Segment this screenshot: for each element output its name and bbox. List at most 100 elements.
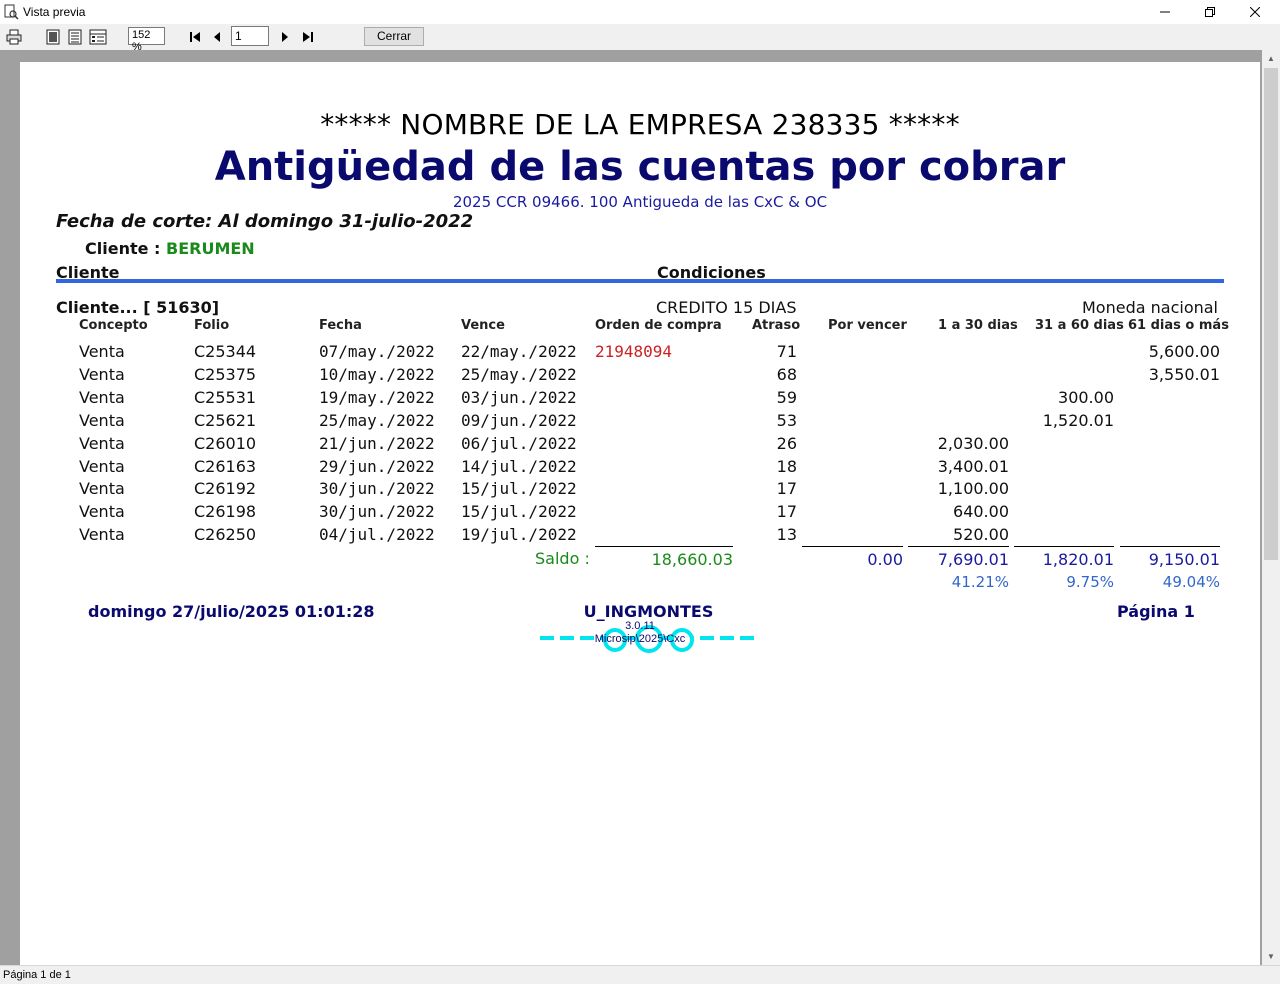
- next-page-button[interactable]: [276, 28, 294, 46]
- multi-page-icon: [89, 29, 107, 45]
- page-number-input[interactable]: [231, 26, 269, 46]
- cell-atraso: 13: [776, 525, 797, 544]
- cell-fecha: 30/jun./2022: [319, 479, 435, 498]
- report-title: Antigüedad de las cuentas por cobrar: [214, 144, 1066, 190]
- total-por-vencer: 0.00: [867, 550, 903, 569]
- total-underline: [595, 546, 733, 547]
- cell-folio: C26198: [194, 502, 257, 521]
- cell-atraso: 26: [776, 434, 797, 453]
- credit-terms: CREDITO 15 DIAS: [656, 298, 797, 317]
- print-preview-icon: [4, 4, 19, 20]
- cell-folio: C26250: [194, 525, 257, 544]
- printer-icon: [6, 29, 22, 45]
- cell-concepto: Venta: [79, 502, 125, 521]
- percent-61: 49.04%: [1162, 573, 1220, 591]
- cell-vence: 19/jul./2022: [461, 525, 577, 544]
- total-underline: [1014, 546, 1114, 547]
- first-page-icon: [190, 32, 200, 42]
- cell-concepto: Venta: [79, 411, 125, 430]
- cell-vence: 09/jun./2022: [461, 411, 577, 430]
- cell-d1-30: 640.00: [953, 502, 1009, 521]
- cell-atraso: 17: [776, 479, 797, 498]
- cell-fecha: 04/jul./2022: [319, 525, 435, 544]
- page-width-icon: [68, 29, 82, 45]
- last-page-button[interactable]: [299, 28, 317, 46]
- minimize-button[interactable]: [1142, 0, 1188, 24]
- footer-user: U_INGMONTES: [583, 602, 714, 621]
- scroll-down-arrow-icon[interactable]: ▼: [1262, 948, 1280, 965]
- company-name: ***** NOMBRE DE LA EMPRESA 238335 *****: [320, 108, 960, 141]
- cell-folio: C26192: [194, 479, 257, 498]
- cell-fecha: 29/jun./2022: [319, 457, 435, 476]
- currency: Moneda nacional: [1082, 298, 1218, 317]
- cell-fecha: 25/may./2022: [319, 411, 435, 430]
- saldo-label: Saldo :: [535, 549, 590, 568]
- close-window-button[interactable]: [1232, 0, 1278, 24]
- cell-fecha: 30/jun./2022: [319, 502, 435, 521]
- cell-atraso: 59: [776, 388, 797, 407]
- title-bar: Vista previa: [0, 0, 1280, 24]
- preview-viewport[interactable]: ***** NOMBRE DE LA EMPRESA 238335 ***** …: [0, 50, 1262, 965]
- cell-d1-30: 1,100.00: [937, 479, 1009, 498]
- cell-vence: 06/jul./2022: [461, 434, 577, 453]
- one-page-view-button[interactable]: [44, 28, 62, 46]
- toolbar: [0, 24, 1280, 50]
- cell-d31-60: 1,520.01: [1042, 411, 1114, 430]
- cell-fecha: 10/may./2022: [319, 365, 435, 384]
- print-button[interactable]: [5, 28, 23, 46]
- client-value: BERUMEN: [166, 239, 255, 258]
- cell-fecha: 21/jun./2022: [319, 434, 435, 453]
- cell-vence: 03/jun./2022: [461, 388, 577, 407]
- previous-page-button[interactable]: [208, 28, 226, 46]
- close-icon: [1250, 7, 1260, 17]
- multi-page-view-button[interactable]: [89, 28, 107, 46]
- total-underline: [908, 546, 1009, 547]
- cell-concepto: Venta: [79, 479, 125, 498]
- path-text: Microsip\2025\Cxc: [594, 633, 686, 645]
- cell-folio: C26010: [194, 434, 257, 453]
- percent-1-30: 41.21%: [951, 573, 1009, 591]
- cell-atraso: 71: [776, 342, 797, 361]
- client-number: Cliente... [ 51630]: [56, 298, 220, 317]
- total-underline: [1120, 546, 1220, 547]
- column-header: Fecha: [319, 318, 362, 333]
- page-width-view-button[interactable]: [66, 28, 84, 46]
- cell-concepto: Venta: [79, 365, 125, 384]
- cell-atraso: 17: [776, 502, 797, 521]
- cell-folio: C25375: [194, 365, 257, 384]
- close-preview-button[interactable]: Cerrar: [364, 27, 424, 46]
- first-page-button[interactable]: [186, 28, 204, 46]
- cell-folio: C26163: [194, 457, 257, 476]
- column-header: 1 a 30 dias: [938, 318, 1018, 333]
- column-header: 31 a 60 dias: [1035, 318, 1124, 333]
- cell-atraso: 68: [776, 365, 797, 384]
- last-page-icon: [303, 32, 313, 42]
- cell-d61: 3,550.01: [1148, 365, 1220, 384]
- column-header: Orden de compra: [595, 318, 722, 333]
- cell-d61: 5,600.00: [1148, 342, 1220, 361]
- status-bar: Página 1 de 1: [0, 965, 1280, 984]
- cell-vence: 15/jul./2022: [461, 479, 577, 498]
- total-underline: [802, 546, 903, 547]
- zoom-field[interactable]: 152 %: [128, 27, 165, 53]
- cell-concepto: Venta: [79, 457, 125, 476]
- cell-concepto: Venta: [79, 525, 125, 544]
- total-1-30: 7,690.01: [937, 550, 1009, 569]
- cell-fecha: 19/may./2022: [319, 388, 435, 407]
- cell-atraso: 18: [776, 457, 797, 476]
- window-title: Vista previa: [23, 5, 86, 19]
- next-page-icon: [282, 32, 288, 42]
- cell-folio: C25621: [194, 411, 257, 430]
- cell-d1-30: 520.00: [953, 525, 1009, 544]
- total-saldo: 18,660.03: [651, 550, 733, 569]
- cell-vence: 22/may./2022: [461, 342, 577, 361]
- scroll-thumb[interactable]: [1264, 68, 1278, 560]
- cell-vence: 14/jul./2022: [461, 457, 577, 476]
- cell-concepto: Venta: [79, 388, 125, 407]
- restore-button[interactable]: [1187, 0, 1233, 24]
- vertical-scrollbar[interactable]: ▲ ▼: [1262, 50, 1280, 965]
- scroll-up-arrow-icon[interactable]: ▲: [1262, 50, 1280, 67]
- cell-folio: C25531: [194, 388, 257, 407]
- cutoff-date: Fecha de corte: Al domingo 31-julio-2022: [56, 211, 474, 232]
- column-header: Concepto: [79, 318, 148, 333]
